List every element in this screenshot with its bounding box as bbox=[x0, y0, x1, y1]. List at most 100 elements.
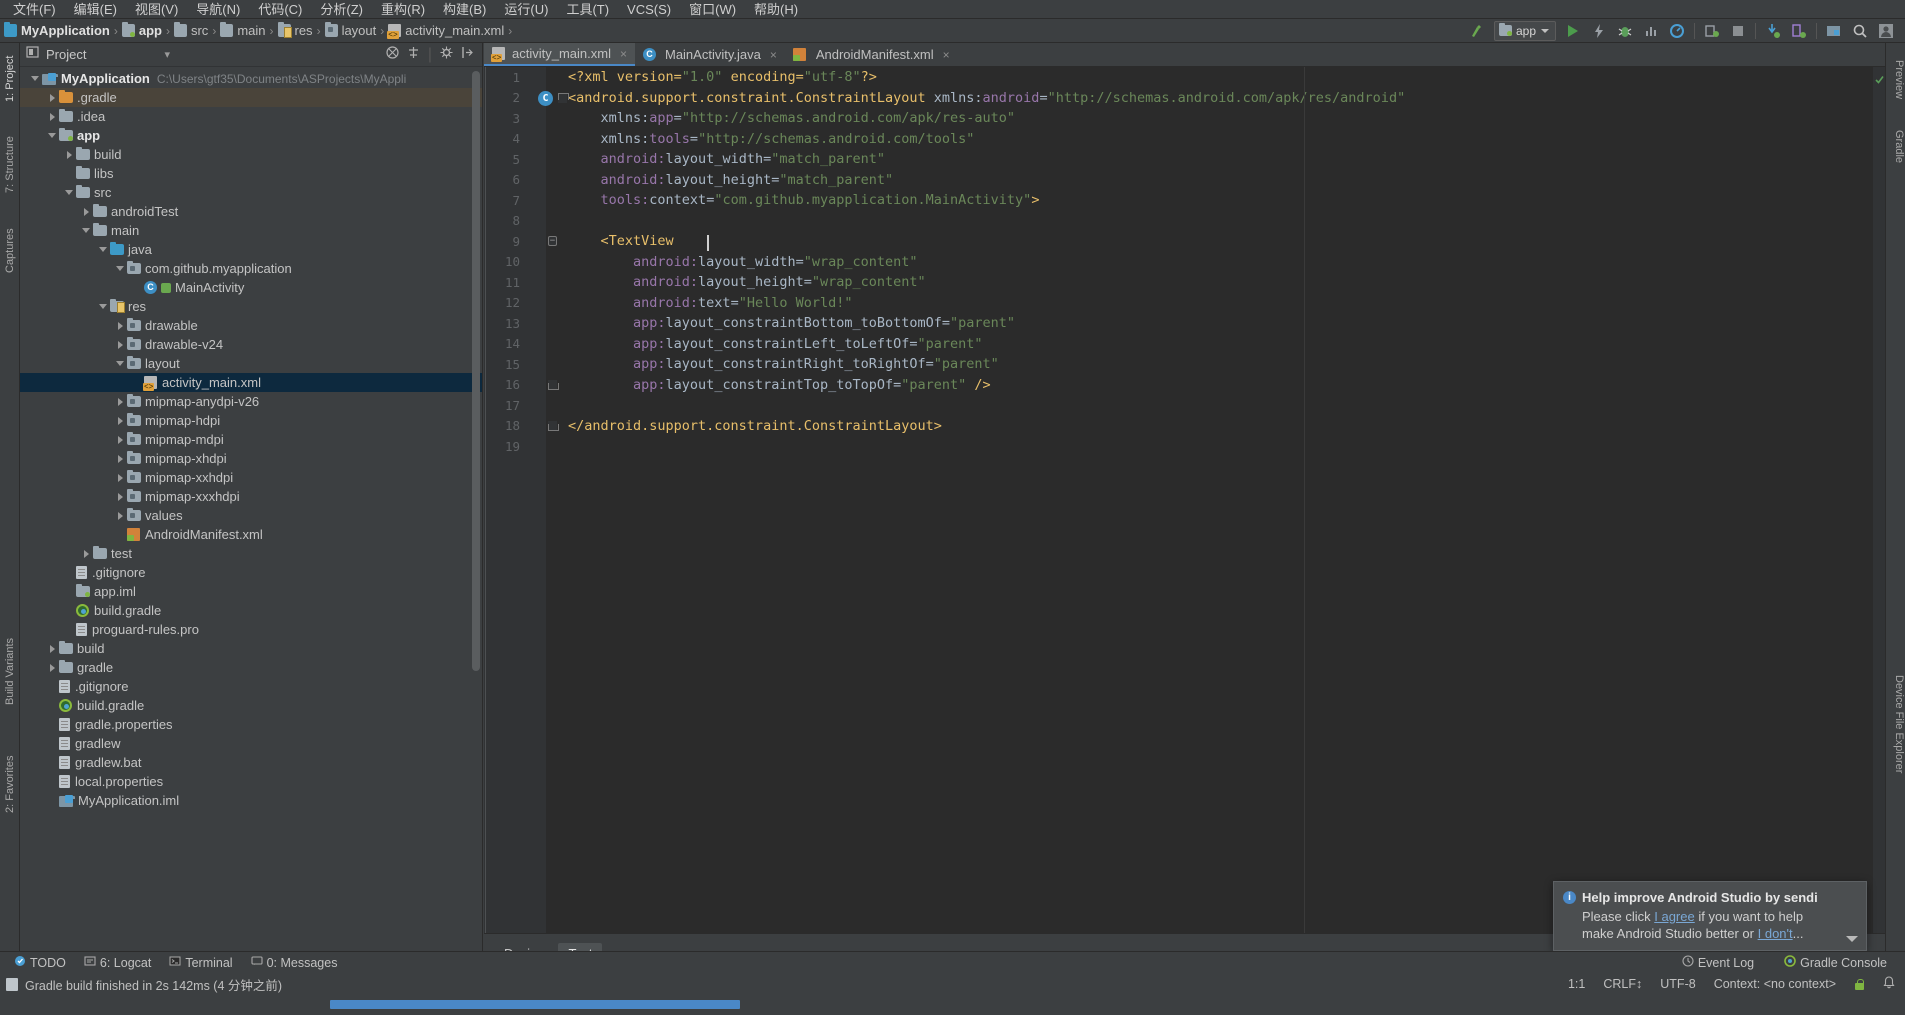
tree-item-layout[interactable]: layout bbox=[20, 354, 482, 373]
avd-manager-icon[interactable] bbox=[1786, 20, 1812, 42]
collapse-all-icon[interactable] bbox=[386, 45, 399, 64]
fold-handle-icon[interactable] bbox=[558, 92, 569, 103]
tree-item-local-properties[interactable]: local.properties bbox=[20, 772, 482, 791]
gutter-marker[interactable] bbox=[524, 190, 560, 210]
menu-vcs[interactable]: VCS(S) bbox=[618, 0, 680, 19]
tree-item-proguard-rules-pro[interactable]: proguard-rules.pro bbox=[20, 620, 482, 639]
menu-run[interactable]: 运行(U) bbox=[495, 0, 557, 19]
tree-expand-arrow[interactable] bbox=[79, 202, 93, 221]
rail-item-captures[interactable]: Captures bbox=[0, 215, 20, 287]
tree-expand-arrow[interactable] bbox=[113, 354, 127, 373]
code-line[interactable]: 3 xmlns:app="http://schemas.android.com/… bbox=[484, 108, 1885, 129]
code-line[interactable]: 5 android:layout_width="match_parent" bbox=[484, 149, 1885, 170]
tree-item-gitignore[interactable]: .gitignore bbox=[20, 563, 482, 582]
tree-expand-arrow[interactable] bbox=[62, 601, 76, 620]
sdk-manager-icon[interactable] bbox=[1821, 20, 1847, 42]
code-line[interactable]: 17 bbox=[484, 395, 1885, 416]
tree-expand-arrow[interactable] bbox=[45, 88, 59, 107]
gutter-marker[interactable] bbox=[524, 395, 560, 415]
menu-edit[interactable]: 编辑(E) bbox=[65, 0, 126, 19]
tree-item-gitignore[interactable]: .gitignore bbox=[20, 677, 482, 696]
tree-expand-arrow[interactable] bbox=[113, 411, 127, 430]
tree-expand-arrow[interactable] bbox=[113, 316, 127, 335]
tree-item-src[interactable]: src bbox=[20, 183, 482, 202]
tree-expand-arrow[interactable] bbox=[130, 373, 144, 392]
breadcrumb-layout[interactable]: layout bbox=[324, 22, 376, 38]
code-text[interactable]: xmlns:app="http://schemas.android.com/ap… bbox=[560, 110, 1016, 126]
code-line[interactable]: 11 android:layout_height="wrap_content" bbox=[484, 272, 1885, 293]
breadcrumb-main[interactable]: main bbox=[220, 22, 266, 38]
search-icon[interactable] bbox=[1847, 20, 1873, 42]
tree-item-main[interactable]: main bbox=[20, 221, 482, 240]
tree-expand-arrow[interactable] bbox=[113, 468, 127, 487]
tree-expand-arrow[interactable] bbox=[45, 753, 59, 772]
gutter-marker[interactable] bbox=[524, 108, 560, 128]
tree-item-gradlew-bat[interactable]: gradlew.bat bbox=[20, 753, 482, 772]
code-text[interactable]: </android.support.constraint.ConstraintL… bbox=[560, 418, 942, 434]
gutter-marker[interactable] bbox=[524, 170, 560, 190]
menu-code[interactable]: 代码(C) bbox=[249, 0, 311, 19]
tree-item-gradle[interactable]: .gradle bbox=[20, 88, 482, 107]
breadcrumb-src[interactable]: src bbox=[173, 22, 208, 38]
code-lines[interactable]: 1 <?xml version="1.0" encoding="utf-8"?> 2… bbox=[484, 67, 1885, 933]
tree-item-build[interactable]: build bbox=[20, 639, 482, 658]
tree-expand-arrow[interactable] bbox=[96, 240, 110, 259]
code-line[interactable]: 7 tools:context="com.github.myapplicatio… bbox=[484, 190, 1885, 211]
breadcrumb-res[interactable]: res bbox=[277, 22, 313, 38]
tree-expand-arrow[interactable] bbox=[45, 639, 59, 658]
tree-item-idea[interactable]: .idea bbox=[20, 107, 482, 126]
tree-item-activity-main-xml[interactable]: activity_main.xml bbox=[20, 373, 482, 392]
tree-item-build-gradle[interactable]: build.gradle bbox=[20, 696, 482, 715]
breadcrumb-activity-main-xml[interactable]: activity_main.xml bbox=[387, 23, 504, 39]
run-icon[interactable] bbox=[1560, 20, 1586, 42]
bottom-item-logcat[interactable]: 6: Logcat bbox=[76, 955, 159, 970]
tree-expand-arrow[interactable] bbox=[113, 335, 127, 354]
code-line[interactable]: 6 android:layout_height="match_parent" bbox=[484, 170, 1885, 191]
code-line[interactable]: 9 − <TextView bbox=[484, 231, 1885, 252]
tree-item-java[interactable]: java bbox=[20, 240, 482, 259]
tree-expand-arrow[interactable] bbox=[45, 677, 59, 696]
bottom-item-messages[interactable]: 0: Messages bbox=[243, 955, 346, 970]
tree-expand-arrow[interactable] bbox=[79, 221, 93, 240]
tree-expand-arrow[interactable] bbox=[45, 734, 59, 753]
code-line[interactable]: 2 C <android.support.constraint.Constraint… bbox=[484, 88, 1885, 109]
tree-item-build[interactable]: build bbox=[20, 145, 482, 164]
stop-icon[interactable] bbox=[1725, 20, 1751, 42]
gutter-marker[interactable] bbox=[524, 334, 560, 354]
tree-expand-arrow[interactable] bbox=[113, 506, 127, 525]
hide-panel-icon[interactable] bbox=[461, 46, 474, 64]
rail-item-project[interactable]: 1: Project bbox=[0, 43, 20, 115]
bottom-item-event-log[interactable]: Event Log bbox=[1674, 955, 1762, 970]
code-text[interactable]: app:layout_constraintRight_toRightOf="pa… bbox=[560, 356, 999, 372]
tree-item-gradlew[interactable]: gradlew bbox=[20, 734, 482, 753]
bottom-item-gradle-console[interactable]: Gradle Console bbox=[1776, 955, 1895, 970]
fold-end-icon[interactable] bbox=[548, 420, 557, 431]
gutter-marker[interactable] bbox=[524, 211, 560, 231]
gutter-marker[interactable] bbox=[524, 375, 560, 395]
tab-androidmanifest-xml[interactable]: AndroidManifest.xml × bbox=[785, 43, 958, 66]
bottom-item-todo[interactable]: TODO bbox=[6, 955, 74, 970]
menu-window[interactable]: 窗口(W) bbox=[680, 0, 745, 19]
rail-item-build-variants[interactable]: Build Variants bbox=[0, 621, 20, 721]
code-line[interactable]: 1 <?xml version="1.0" encoding="utf-8"?> bbox=[484, 67, 1885, 88]
debug-icon[interactable] bbox=[1612, 20, 1638, 42]
gutter-marker[interactable] bbox=[524, 272, 560, 292]
tree-expand-arrow[interactable] bbox=[45, 107, 59, 126]
code-text[interactable]: <android.support.constraint.ConstraintLa… bbox=[560, 90, 1405, 106]
tree-expand-arrow[interactable] bbox=[62, 563, 76, 582]
notification-balloon[interactable]: i Help improve Android Studio by sendi P… bbox=[1553, 881, 1867, 951]
tree-item-libs[interactable]: libs bbox=[20, 164, 482, 183]
code-line[interactable]: 14 app:layout_constraintLeft_toLeftOf="p… bbox=[484, 334, 1885, 355]
rail-item-favorites[interactable]: 2: Favorites bbox=[0, 743, 20, 825]
project-tree[interactable]: MyApplication C:\Users\gtf35\Documents\AS… bbox=[20, 67, 482, 973]
scrollbar-thumb[interactable] bbox=[472, 71, 480, 671]
gutter-marker[interactable]: C bbox=[524, 88, 569, 108]
code-text[interactable]: android:layout_width="match_parent" bbox=[560, 151, 886, 167]
tree-item-test[interactable]: test bbox=[20, 544, 482, 563]
tree-expand-arrow[interactable] bbox=[62, 145, 76, 164]
breadcrumb-app[interactable]: app bbox=[121, 22, 162, 38]
run-configuration-selector[interactable]: app bbox=[1493, 20, 1556, 41]
code-text[interactable]: android:layout_height="match_parent" bbox=[560, 172, 894, 188]
menu-help[interactable]: 帮助(H) bbox=[745, 0, 807, 19]
tree-expand-arrow[interactable] bbox=[62, 183, 76, 202]
